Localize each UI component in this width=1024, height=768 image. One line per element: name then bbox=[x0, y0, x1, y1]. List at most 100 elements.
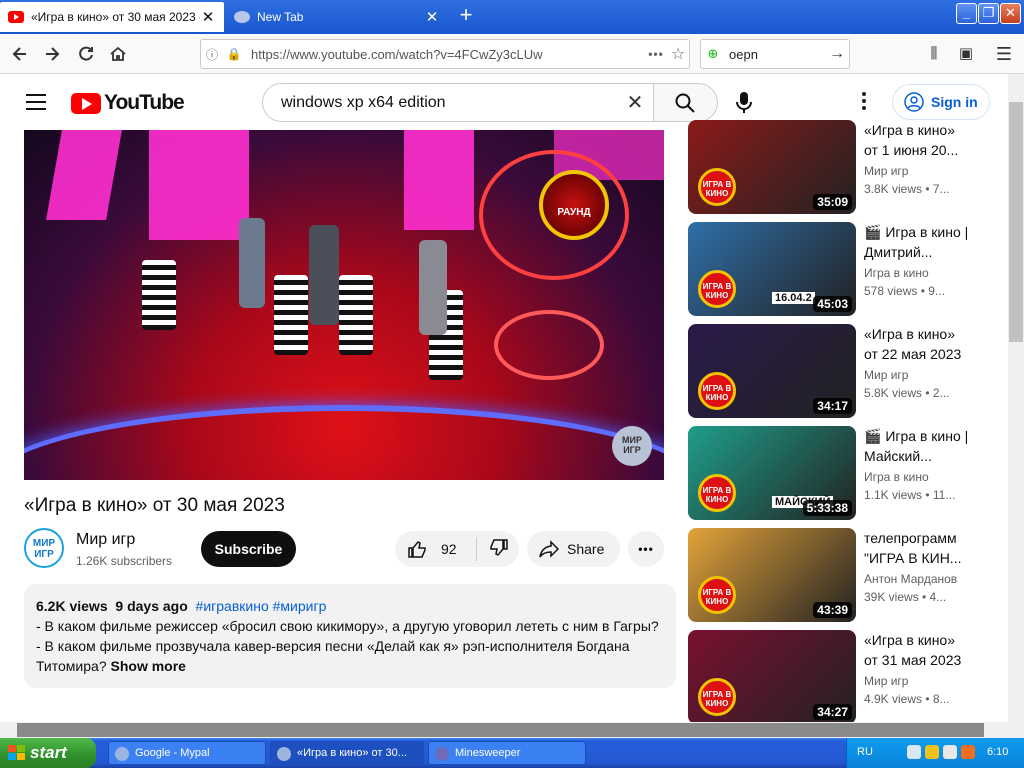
library-icon: ⫼ bbox=[930, 45, 938, 62]
video-thumbnail[interactable]: ИГРА В КИНО 16.04.2 45:03 bbox=[688, 222, 856, 316]
share-button[interactable]: Share bbox=[527, 531, 620, 567]
language-indicator[interactable]: RU bbox=[857, 746, 873, 758]
home-button[interactable] bbox=[104, 41, 132, 67]
video-thumbnail[interactable]: ИГРА В КИНО 34:27 bbox=[688, 630, 856, 724]
more-actions-button[interactable]: ••• bbox=[628, 531, 664, 567]
vertical-scrollbar[interactable] bbox=[1008, 74, 1024, 738]
microphone-icon[interactable] bbox=[736, 92, 752, 114]
settings-more-icon[interactable] bbox=[860, 92, 868, 114]
recommended-video[interactable]: ИГРА В КИНО 16.04.2 45:03 🎬 Игра в кино | Д… bbox=[688, 222, 978, 316]
recommended-video[interactable]: ИГРА В КИНО 34:27 «Игра в кино» от 31 мая … bbox=[688, 630, 978, 724]
guide-menu-icon[interactable] bbox=[26, 94, 46, 110]
tray-app-icon[interactable] bbox=[961, 745, 975, 759]
like-count: 92 bbox=[441, 541, 457, 557]
tab-youtube-video[interactable]: «Игра в кино» от 30 мая 2023 - Y ✕ bbox=[0, 2, 224, 32]
search-engine-icon[interactable]: ⊕ bbox=[701, 46, 725, 62]
bookmark-star-icon[interactable]: ☆ bbox=[667, 44, 689, 64]
video-description[interactable]: 6.2K views 9 days ago #игравкино #миригр… bbox=[24, 584, 676, 688]
video-thumbnail[interactable]: ИГРА В КИНО 34:17 bbox=[688, 324, 856, 418]
vertical-scroll-thumb[interactable] bbox=[1009, 102, 1023, 342]
page-actions-icon[interactable]: ••• bbox=[645, 47, 667, 61]
horizontal-scrollbar[interactable] bbox=[0, 722, 1008, 738]
recommended-video-title[interactable]: «Игра в кино» от 31 мая 2023 bbox=[864, 630, 972, 670]
channel-name[interactable]: Мир игр bbox=[76, 531, 135, 549]
menu-button[interactable]: ☰ bbox=[990, 41, 1018, 67]
video-duration: 34:17 bbox=[813, 398, 852, 414]
recommended-video-title[interactable]: 🎬 Игра в кино | Майский... bbox=[864, 426, 972, 466]
search-query-text[interactable]: windows xp x64 edition bbox=[281, 94, 617, 112]
youtube-logo[interactable]: YouTube bbox=[71, 91, 185, 115]
recommended-video-meta: 4.9K views • 8... bbox=[864, 692, 950, 706]
video-duration: 35:09 bbox=[813, 194, 852, 210]
tab-close-icon[interactable]: ✕ bbox=[424, 8, 440, 26]
recommended-channel-name[interactable]: Антон Марданов bbox=[864, 572, 957, 586]
browser-tab-strip: «Игра в кино» от 30 мая 2023 - Y ✕ New T… bbox=[0, 0, 1024, 34]
back-button[interactable] bbox=[6, 41, 34, 67]
clear-search-icon[interactable]: ✕ bbox=[617, 90, 653, 115]
search-go-icon[interactable]: → bbox=[825, 45, 849, 63]
show-logo-badge: ИГРА В КИНО bbox=[698, 474, 736, 512]
recommended-video[interactable]: ИГРА В КИНОМАЙСКИЙ5:33:38🎬 Игра в кино |… bbox=[688, 426, 978, 520]
view-count: 6.2K views bbox=[36, 598, 108, 614]
dislike-button[interactable] bbox=[477, 538, 509, 561]
windows-flag-icon bbox=[8, 745, 25, 760]
sign-in-button[interactable]: Sign in bbox=[892, 84, 990, 120]
recommended-video-meta: 578 views • 9... bbox=[864, 284, 945, 298]
recommended-video-title[interactable]: 🎬 Игра в кино | Дмитрий... bbox=[864, 222, 972, 262]
horizontal-scroll-thumb[interactable] bbox=[17, 723, 984, 737]
channel-avatar[interactable]: МИР ИГР bbox=[24, 528, 64, 568]
reload-button[interactable] bbox=[72, 41, 100, 67]
taskbar-item-mypal[interactable]: Google - Mypal bbox=[108, 741, 266, 765]
video-thumbnail[interactable]: ИГРА В КИНО 35:09 bbox=[688, 120, 856, 214]
recommended-video[interactable]: ИГРА В КИНО 43:39 телепрограмм "ИГРА В КИН… bbox=[688, 528, 978, 622]
hashtags[interactable]: #игравкино #миригр bbox=[196, 598, 327, 614]
recommended-channel-name[interactable]: Игра в кино bbox=[864, 266, 929, 280]
tab-close-icon[interactable]: ✕ bbox=[200, 8, 216, 26]
like-button[interactable]: 92 bbox=[395, 537, 477, 561]
tab-new-tab[interactable]: New Tab ✕ bbox=[226, 2, 448, 32]
volume-icon[interactable] bbox=[943, 745, 957, 759]
recommended-channel-name[interactable]: Мир игр bbox=[864, 368, 908, 382]
security-shield-icon[interactable] bbox=[925, 745, 939, 759]
search-button[interactable] bbox=[654, 83, 718, 122]
tab-label: «Игра в кино» от 30 мая 2023 - Y bbox=[31, 10, 200, 24]
taskbar-item-video[interactable]: «Игра в кино» от 30... bbox=[270, 741, 424, 765]
sidebar-button[interactable]: ▣ bbox=[952, 41, 980, 67]
video-thumbnail[interactable]: ИГРА В КИНОМАЙСКИЙ5:33:38 bbox=[688, 426, 856, 520]
show-logo-badge: ИГРА В КИНО bbox=[698, 576, 736, 614]
recommended-channel-name[interactable]: Мир игр bbox=[864, 164, 908, 178]
recommended-video-title[interactable]: «Игра в кино» от 1 июня 20... bbox=[864, 120, 972, 160]
subscribe-button[interactable]: Subscribe bbox=[201, 531, 296, 567]
recommended-video[interactable]: ИГРА В КИНО 35:09 «Игра в кино» от 1 июня … bbox=[688, 120, 978, 214]
taskbar-item-minesweeper[interactable]: Minesweeper bbox=[428, 741, 586, 765]
maximize-button[interactable]: ❐ bbox=[978, 3, 999, 24]
upload-age: 9 days ago bbox=[115, 598, 188, 614]
video-thumbnail[interactable]: ИГРА В КИНО 43:39 bbox=[688, 528, 856, 622]
new-tab-button[interactable]: + bbox=[454, 4, 478, 28]
recommended-video-title[interactable]: телепрограмм "ИГРА В КИН... bbox=[864, 528, 972, 568]
show-more-button[interactable]: Show more bbox=[111, 658, 186, 674]
close-window-button[interactable]: ✕ bbox=[1000, 3, 1021, 24]
tab-label: New Tab bbox=[257, 10, 304, 24]
network-icon[interactable] bbox=[907, 745, 921, 759]
info-icon[interactable]: ⓘ bbox=[201, 46, 223, 63]
description-line-last: Титомира? Show more bbox=[36, 656, 664, 676]
recommended-channel-name[interactable]: Игра в кино bbox=[864, 470, 929, 484]
show-logo-badge: ИГРА В КИНО bbox=[698, 372, 736, 410]
library-button[interactable]: ⫼ bbox=[920, 41, 948, 67]
recommended-channel-name[interactable]: Мир игр bbox=[864, 674, 908, 688]
recommended-video[interactable]: ИГРА В КИНО 34:17 «Игра в кино» от 22 мая … bbox=[688, 324, 978, 418]
start-button[interactable]: start bbox=[0, 738, 96, 768]
account-icon bbox=[904, 92, 924, 112]
search-bar-text[interactable]: oepn bbox=[725, 47, 825, 62]
youtube-search-input[interactable]: windows xp x64 edition ✕ bbox=[262, 83, 654, 122]
video-player[interactable]: РАУНД МИР ИГР bbox=[24, 130, 664, 480]
search-bar[interactable]: ⊕ oepn → bbox=[700, 39, 850, 69]
recommended-video-title[interactable]: «Игра в кино» от 22 мая 2023 bbox=[864, 324, 972, 364]
mypal-icon bbox=[277, 747, 291, 761]
address-bar[interactable]: ⓘ 🔒 https://www.youtube.com/watch?v=4FCw… bbox=[200, 39, 690, 69]
forward-button[interactable] bbox=[38, 41, 66, 67]
like-dislike-group: 92 bbox=[395, 531, 519, 567]
minimize-button[interactable]: _ bbox=[956, 3, 977, 24]
url-text[interactable]: https://www.youtube.com/watch?v=4FCwZy3c… bbox=[245, 47, 645, 62]
